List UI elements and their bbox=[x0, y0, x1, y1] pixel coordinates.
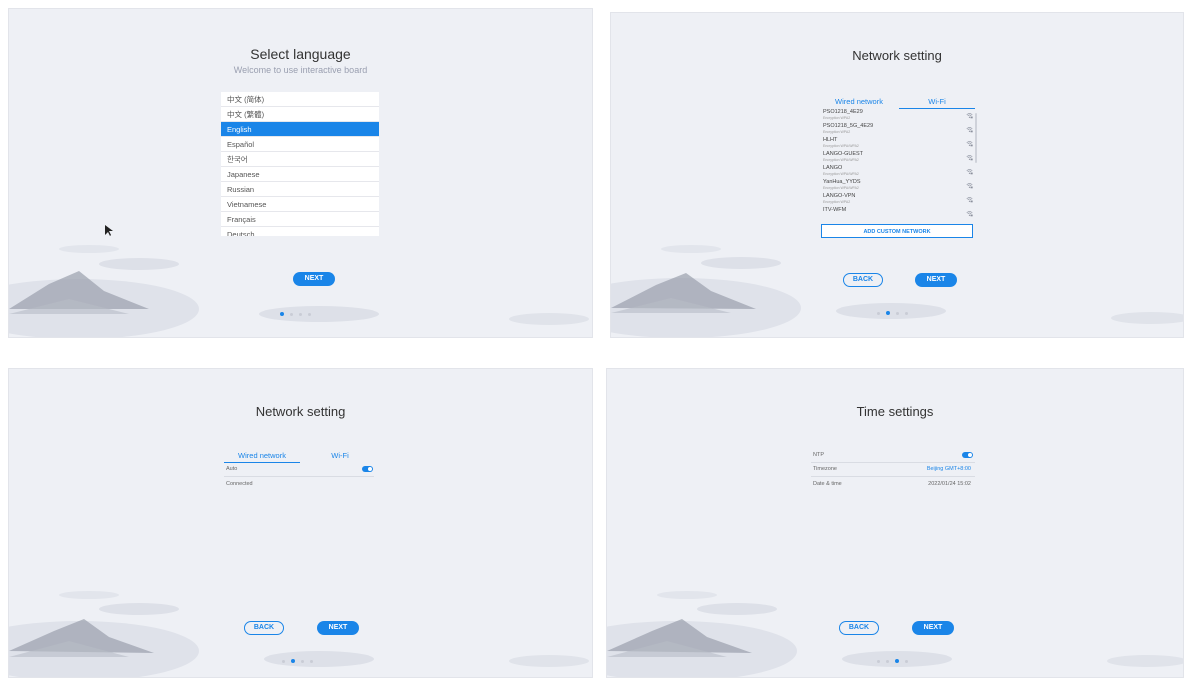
page-dot-1 bbox=[282, 659, 285, 663]
tab-wifi[interactable]: Wi-Fi bbox=[305, 451, 375, 460]
wifi-encryption: Encryption WPA/WPA2 bbox=[823, 144, 859, 148]
page-dot-3 bbox=[896, 311, 899, 315]
wifi-encryption: Encryption WPA/WPA2 bbox=[823, 186, 859, 190]
language-option[interactable]: 中文 (简体) bbox=[221, 92, 379, 107]
tab-wired-network[interactable]: Wired network bbox=[224, 451, 300, 460]
page-dot-1 bbox=[877, 311, 880, 315]
wifi-lock-icon bbox=[966, 183, 973, 189]
mouse-cursor-icon bbox=[105, 225, 113, 236]
ntp-toggle[interactable] bbox=[962, 452, 973, 458]
wifi-network-item[interactable]: LANGO Encryption WPA/WPA2 bbox=[823, 165, 973, 179]
page-dot-3 bbox=[895, 659, 899, 663]
page-dot-2 bbox=[886, 311, 890, 315]
wifi-network-item[interactable]: PSO1218_5G_4E29 Encryption WPA2 bbox=[823, 123, 973, 137]
language-screen: Select language Welcome to use interacti… bbox=[8, 8, 593, 338]
wifi-network-name: PSO1218_5G_4E29 bbox=[823, 123, 874, 129]
next-button[interactable]: NEXT bbox=[293, 272, 335, 286]
page-dot-2 bbox=[886, 659, 889, 663]
language-option[interactable]: Français bbox=[221, 212, 379, 227]
wifi-network-name: LANGO-VPN bbox=[823, 193, 856, 199]
wifi-screen: Network setting Wired network Wi-Fi PSO1… bbox=[610, 12, 1184, 338]
tab-wired-network[interactable]: Wired network bbox=[824, 97, 894, 106]
page-dot-2 bbox=[290, 312, 293, 316]
wifi-lock-icon bbox=[966, 155, 973, 161]
page-dot-1 bbox=[280, 312, 284, 316]
back-button[interactable]: BACK bbox=[839, 621, 879, 635]
wired-network-screen: Network setting Wired network Wi-Fi Auto… bbox=[8, 368, 593, 678]
page-dot-4 bbox=[308, 312, 311, 316]
page-dot-4 bbox=[905, 659, 908, 663]
next-button[interactable]: NEXT bbox=[317, 621, 359, 635]
language-option[interactable]: Vietnamese bbox=[221, 197, 379, 212]
connection-status: Connected bbox=[226, 481, 253, 487]
wifi-network-name: PSO1218_4E29 bbox=[823, 109, 863, 115]
wifi-lock-icon bbox=[966, 113, 973, 119]
next-button[interactable]: NEXT bbox=[912, 621, 954, 635]
wifi-network-list[interactable]: PSO1218_4E29 Encryption WPA2 PSO1218_5G_4E… bbox=[823, 109, 973, 219]
wifi-network-name: ITV-WFM bbox=[823, 207, 847, 213]
timezone-value[interactable]: Beijing GMT+8:00 bbox=[927, 466, 971, 472]
page-dot-2 bbox=[291, 659, 295, 663]
wifi-network-name: YanHua_YYDS bbox=[823, 179, 861, 185]
wifi-lock-icon bbox=[966, 169, 973, 175]
page-dot-3 bbox=[299, 312, 302, 316]
page-indicator bbox=[877, 311, 908, 315]
wifi-network-item[interactable]: HLHT Encryption WPA/WPA2 bbox=[823, 137, 973, 151]
wifi-encryption: Encryption WPA/WPA2 bbox=[823, 158, 859, 162]
datetime-label: Date & time bbox=[813, 481, 842, 487]
language-option[interactable]: 中文 (繁體) bbox=[221, 107, 379, 122]
back-button[interactable]: BACK bbox=[843, 273, 883, 287]
wifi-network-item[interactable]: LANGO-GUEST Encryption WPA/WPA2 bbox=[823, 151, 973, 165]
wifi-network-name: LANGO-GUEST bbox=[823, 151, 864, 157]
language-option[interactable]: Japanese bbox=[221, 167, 379, 182]
divider bbox=[811, 462, 975, 463]
page-title: Network setting bbox=[255, 404, 346, 419]
page-indicator bbox=[282, 659, 313, 663]
wifi-encryption: Encryption WPA2 bbox=[823, 130, 851, 134]
wifi-lock-icon bbox=[966, 141, 973, 147]
wifi-encryption: Encryption WPA2 bbox=[823, 200, 851, 204]
timezone-label: Timezone bbox=[813, 466, 837, 472]
wifi-lock-icon bbox=[966, 197, 973, 203]
time-settings-screen: Time settings NTP Timezone Beijing GMT+8… bbox=[606, 368, 1184, 678]
wifi-network-item[interactable]: LANGO-VPN Encryption WPA2 bbox=[823, 193, 973, 207]
page-title: Network setting bbox=[852, 48, 942, 63]
wifi-lock-icon bbox=[966, 211, 973, 217]
divider bbox=[811, 476, 975, 477]
auto-toggle[interactable] bbox=[362, 466, 373, 472]
page-title: Select language bbox=[250, 46, 351, 62]
next-button[interactable]: NEXT bbox=[915, 273, 957, 287]
page-indicator bbox=[280, 312, 311, 316]
language-list[interactable]: 中文 (简体) 中文 (繁體) English Español 한국어 Japanese R… bbox=[221, 92, 379, 236]
page-indicator bbox=[877, 659, 908, 663]
page-title: Time settings bbox=[856, 404, 934, 419]
scrollbar[interactable] bbox=[975, 113, 977, 163]
language-option[interactable]: Deutsch bbox=[221, 227, 379, 236]
wifi-encryption: Encryption WPA2 bbox=[823, 116, 851, 120]
language-option[interactable]: 한국어 bbox=[221, 152, 379, 167]
auto-label: Auto bbox=[226, 466, 238, 472]
wifi-encryption: Encryption WPA/WPA2 bbox=[823, 172, 859, 176]
page-subtitle: Welcome to use interactive board bbox=[233, 65, 368, 75]
language-option[interactable]: Español bbox=[221, 137, 379, 152]
datetime-value[interactable]: 2022/01/24 15:02 bbox=[928, 481, 971, 487]
page-dot-4 bbox=[310, 659, 313, 663]
wifi-network-item[interactable]: PSO1218_4E29 Encryption WPA2 bbox=[823, 109, 973, 123]
language-option[interactable]: English bbox=[221, 122, 379, 137]
ntp-label: NTP bbox=[813, 452, 824, 458]
wifi-network-name: HLHT bbox=[823, 137, 838, 143]
tab-wired-underline bbox=[224, 462, 300, 463]
add-custom-network-button[interactable]: ADD CUSTOM NETWORK bbox=[821, 224, 973, 238]
wifi-network-item[interactable]: YanHua_YYDS Encryption WPA/WPA2 bbox=[823, 179, 973, 193]
back-button[interactable]: BACK bbox=[244, 621, 284, 635]
wifi-network-name: LANGO bbox=[823, 165, 843, 171]
page-dot-3 bbox=[301, 659, 304, 663]
divider bbox=[224, 476, 374, 477]
tab-wifi[interactable]: Wi-Fi bbox=[899, 97, 975, 106]
language-option[interactable]: Russian bbox=[221, 182, 379, 197]
page-dot-4 bbox=[905, 311, 908, 315]
wifi-lock-icon bbox=[966, 127, 973, 133]
page-dot-1 bbox=[877, 659, 880, 663]
wifi-network-item[interactable]: ITV-WFM bbox=[823, 207, 973, 219]
